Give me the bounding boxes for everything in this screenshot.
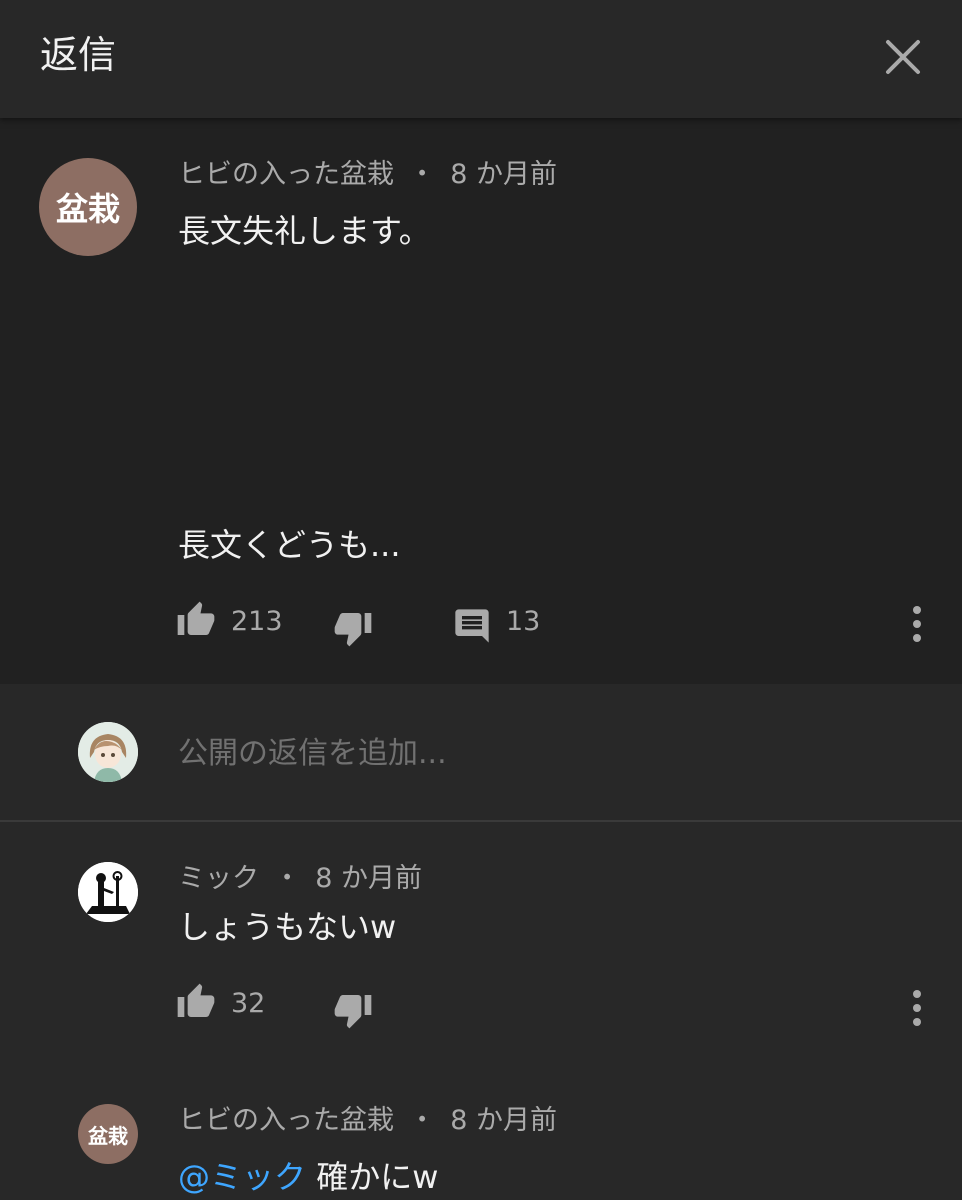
reply-text: しょうもないw: [178, 908, 397, 946]
like-count: 32: [231, 988, 266, 1019]
comment-text-line2: 長文くどうも...: [178, 526, 401, 564]
avatar[interactable]: 盆栽: [39, 158, 137, 256]
like-button[interactable]: [176, 600, 216, 640]
reply-text: @ミック 確かにw: [178, 1156, 438, 1198]
anime-character-avatar-icon: [78, 722, 138, 782]
comment-time[interactable]: 8 か月前: [450, 1105, 557, 1136]
more-actions-button[interactable]: [900, 988, 934, 1028]
reply-input[interactable]: 公開の返信を追加...: [178, 734, 447, 774]
meta-separator: ・: [273, 863, 301, 894]
reply-text-content: 確かにw: [316, 1158, 439, 1196]
comment-icon: [455, 609, 489, 643]
dislike-button[interactable]: [333, 608, 373, 648]
comment-meta: ヒビの入った盆栽 ・ 8 か月前: [178, 157, 557, 193]
comment-time[interactable]: 8 か月前: [450, 159, 557, 190]
current-user-avatar: [78, 722, 138, 782]
close-icon: [886, 40, 920, 74]
thumbs-up-icon: [177, 601, 215, 635]
like-count: 213: [231, 606, 283, 637]
comment-text-line1: 長文失礼します。: [178, 212, 431, 250]
thumbs-down-icon: [334, 613, 372, 647]
more-actions-button[interactable]: [900, 604, 934, 644]
author-name[interactable]: ヒビの入った盆栽: [178, 1105, 394, 1136]
silhouette-avatar-icon: [78, 862, 138, 922]
avatar-label: 盆栽: [88, 1123, 128, 1148]
reply-count: 13: [506, 606, 541, 637]
reply-avatar[interactable]: 盆栽: [78, 1104, 138, 1164]
meta-separator: ・: [408, 159, 436, 190]
mention-link[interactable]: @ミック: [178, 1158, 306, 1196]
add-reply-bar: [0, 684, 962, 822]
dislike-button[interactable]: [333, 990, 373, 1030]
top-comment: [0, 118, 962, 684]
page-title: 返信: [40, 33, 117, 77]
avatar-label: 盆栽: [55, 190, 120, 228]
like-button[interactable]: [176, 982, 216, 1022]
more-vert-icon: [913, 990, 921, 1026]
comment-time[interactable]: 8 か月前: [315, 863, 422, 894]
author-name[interactable]: ミック: [178, 863, 259, 894]
header: 返信: [0, 0, 962, 118]
reply-meta: ヒビの入った盆栽 ・ 8 か月前: [178, 1103, 557, 1139]
thumbs-up-icon: [177, 983, 215, 1017]
reply-meta: ミック ・ 8 か月前: [178, 861, 422, 897]
close-button[interactable]: [876, 30, 930, 84]
thumbs-down-icon: [334, 995, 372, 1029]
author-name[interactable]: ヒビの入った盆栽: [178, 159, 394, 190]
meta-separator: ・: [408, 1105, 436, 1136]
reply-button[interactable]: [452, 606, 492, 646]
reply-avatar[interactable]: [78, 862, 138, 922]
more-vert-icon: [913, 606, 921, 642]
